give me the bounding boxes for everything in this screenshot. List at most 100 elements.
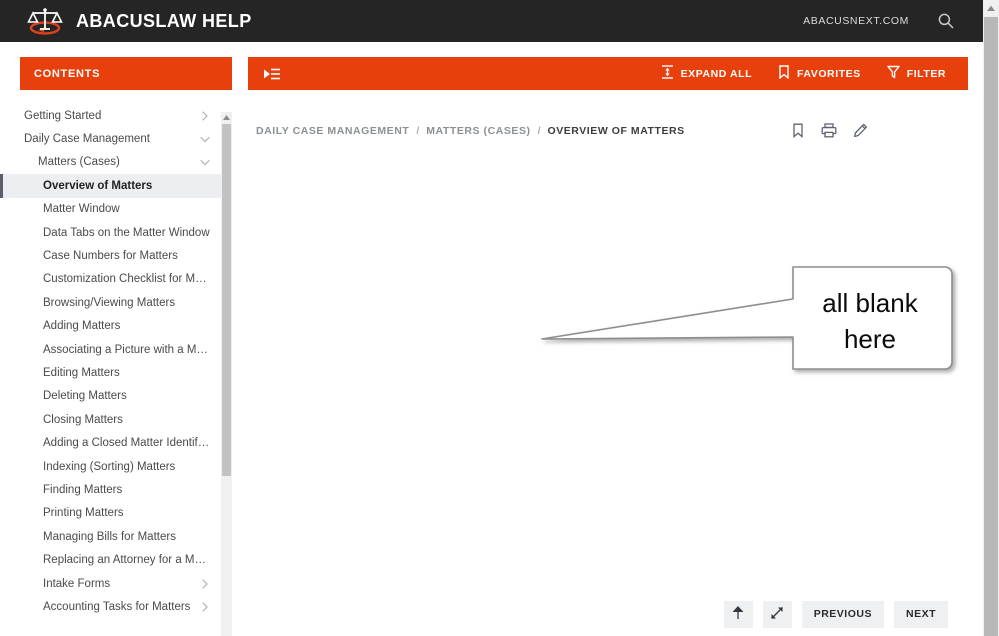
- sidebar-item-label: Indexing (Sorting) Matters: [43, 460, 176, 473]
- contents-bar[interactable]: CONTENTS: [20, 57, 232, 90]
- next-button[interactable]: NEXT: [893, 600, 948, 628]
- page-scrollbar[interactable]: [983, 0, 999, 636]
- previous-button[interactable]: PREVIOUS: [801, 600, 884, 628]
- filter-label: FILTER: [906, 67, 946, 80]
- page-scroll-up-icon[interactable]: [983, 0, 999, 16]
- scales-of-justice-logo-icon: [24, 4, 66, 38]
- breadcrumb-item[interactable]: DAILY CASE MANAGEMENT: [256, 125, 409, 137]
- expand-diagonal-icon: [770, 606, 784, 623]
- contents-label: CONTENTS: [34, 67, 101, 80]
- bookmark-page-button[interactable]: [791, 123, 805, 138]
- chevron-down-icon[interactable]: [194, 134, 210, 144]
- toolbar-actions: EXPAND ALL FAVORITES FILTER: [661, 65, 946, 82]
- expand-all-icon: [661, 65, 674, 82]
- sidebar-item-case-numbers-for-matters[interactable]: Case Numbers for Matters: [0, 244, 232, 267]
- callout-text: all blank here: [795, 286, 945, 358]
- sidebar-item-customization-checklist-for-matters[interactable]: Customization Checklist for Matters: [0, 268, 232, 291]
- sidebar-item-label: Data Tabs on the Matter Window: [43, 226, 210, 239]
- scroll-to-top-button[interactable]: [723, 600, 753, 628]
- breadcrumb-item-current: OVERVIEW OF MATTERS: [547, 124, 685, 137]
- print-page-button[interactable]: [821, 123, 837, 138]
- page-scroll-thumb[interactable]: [984, 17, 998, 636]
- chevron-right-icon[interactable]: [194, 602, 210, 612]
- sidebar-item-matters-cases[interactable]: Matters (Cases): [0, 151, 232, 174]
- sidebar-item-label: Printing Matters: [43, 507, 124, 520]
- sidebar-item-intake-forms[interactable]: Intake Forms: [0, 572, 232, 595]
- sidebar-item-overview-of-matters[interactable]: Overview of Matters: [0, 174, 232, 198]
- sidebar-item-label: Deleting Matters: [43, 390, 127, 403]
- sidebar-item-label: Associating a Picture with a Matter: [43, 343, 210, 356]
- sidebar-scrollbar[interactable]: [221, 112, 232, 636]
- sidebar-item-printing-matters[interactable]: Printing Matters: [0, 502, 232, 525]
- brand[interactable]: ABACUSLAW HELP: [24, 4, 252, 38]
- sidebar-item-label: Matters (Cases): [38, 156, 120, 169]
- sidebar-item-closing-matters[interactable]: Closing Matters: [0, 408, 232, 431]
- site-title: ABACUSLAW HELP: [76, 10, 252, 31]
- page-footer-controls: PREVIOUS NEXT: [248, 600, 968, 628]
- sidebar-scroll-up-icon[interactable]: [221, 112, 232, 123]
- sidebar-item-label: Adding a Closed Matter Identifier: [43, 437, 210, 450]
- sidebar-item-getting-started[interactable]: Getting Started: [0, 104, 232, 127]
- sidebar-item-indexing-sorting-matters[interactable]: Indexing (Sorting) Matters: [0, 455, 232, 478]
- sidebar-item-browsing-viewing-matters[interactable]: Browsing/Viewing Matters: [0, 291, 232, 314]
- collapse-sidebar-icon[interactable]: [261, 64, 283, 84]
- search-icon[interactable]: [935, 10, 957, 32]
- chevron-down-icon[interactable]: [194, 157, 210, 167]
- breadcrumb-separator: /: [537, 124, 541, 137]
- sidebar-item-editing-matters[interactable]: Editing Matters: [0, 361, 232, 384]
- sidebar-item-deleting-matters[interactable]: Deleting Matters: [0, 385, 232, 408]
- page-action-icons: [791, 123, 868, 138]
- chevron-right-icon[interactable]: [194, 578, 210, 589]
- action-toolbar: EXPAND ALL FAVORITES FILTER: [248, 57, 968, 90]
- main-content-panel: DAILY CASE MANAGEMENT / MATTERS (CASES) / OV…: [248, 104, 968, 636]
- sidebar-item-label: Getting Started: [24, 109, 102, 122]
- favorites-label: FAVORITES: [797, 67, 861, 80]
- sidebar-item-label: Intake Forms: [43, 577, 111, 590]
- sidebar-scroll-thumb[interactable]: [222, 124, 231, 476]
- edit-page-button[interactable]: [853, 123, 868, 138]
- sidebar-item-label: Accounting Tasks for Matters: [43, 600, 191, 613]
- bookmark-icon: [778, 65, 790, 82]
- expand-all-label: EXPAND ALL: [680, 67, 753, 80]
- chevron-right-icon[interactable]: [194, 111, 210, 121]
- sidebar-item-label: Case Numbers for Matters: [43, 250, 178, 263]
- arrow-up-icon: [732, 605, 744, 623]
- expand-view-button[interactable]: [762, 600, 792, 628]
- sidebar-item-adding-a-closed-matter-identifier[interactable]: Adding a Closed Matter Identifier: [0, 431, 232, 454]
- callout-line-1: all blank: [822, 288, 918, 318]
- header-right-group: ABACUSNEXT.COM: [803, 10, 957, 32]
- breadcrumb-trail: DAILY CASE MANAGEMENT / MATTERS (CASES) / OV…: [256, 125, 685, 137]
- sidebar-item-managing-bills-for-matters[interactable]: Managing Bills for Matters: [0, 525, 232, 548]
- sidebar-item-label: Matter Window: [43, 203, 120, 216]
- sidebar-item-label: Finding Matters: [43, 483, 123, 496]
- sidebar-navigation: Getting Started Daily Case Management Matt…: [0, 104, 232, 636]
- sidebar-item-label: Managing Bills for Matters: [43, 530, 176, 543]
- sidebar-item-accounting-tasks-for-matters[interactable]: Accounting Tasks for Matters: [0, 595, 232, 618]
- sidebar-item-label: Replacing an Attorney for a Matter: [43, 554, 210, 567]
- sidebar-item-finding-matters[interactable]: Finding Matters: [0, 478, 232, 501]
- site-header: ABACUSLAW HELP ABACUSNEXT.COM: [0, 0, 983, 42]
- sidebar-item-label: Adding Matters: [43, 320, 121, 333]
- abacusnext-link[interactable]: ABACUSNEXT.COM: [803, 15, 909, 27]
- sidebar-item-replacing-an-attorney-for-a-matter[interactable]: Replacing an Attorney for a Matter: [0, 548, 232, 571]
- sidebar-item-label: Customization Checklist for Matters: [43, 273, 210, 286]
- breadcrumb-item[interactable]: MATTERS (CASES): [426, 125, 530, 137]
- sidebar-item-label: Closing Matters: [43, 413, 123, 426]
- funnel-icon: [887, 65, 900, 82]
- sidebar-item-associating-a-picture-with-a-matter[interactable]: Associating a Picture with a Matter: [0, 338, 232, 361]
- sidebar-item-daily-case-management[interactable]: Daily Case Management: [0, 127, 232, 150]
- sidebar-item-label: Overview of Matters: [43, 179, 153, 192]
- sidebar-item-data-tabs-on-the-matter-window[interactable]: Data Tabs on the Matter Window: [0, 221, 232, 244]
- callout-line-2: here: [843, 323, 897, 354]
- sidebar-item-label: Editing Matters: [43, 366, 120, 379]
- sidebar-item-matter-window[interactable]: Matter Window: [0, 198, 232, 221]
- expand-all-button[interactable]: EXPAND ALL: [661, 65, 752, 82]
- annotation-callout: all blank here: [540, 259, 960, 384]
- breadcrumb-separator: /: [416, 124, 420, 137]
- sidebar-item-label: Daily Case Management: [24, 133, 150, 146]
- favorites-button[interactable]: FAVORITES: [778, 65, 861, 82]
- help-portal-page: ABACUSLAW HELP ABACUSNEXT.COM CONTENTS E…: [0, 0, 999, 636]
- filter-button[interactable]: FILTER: [887, 65, 946, 82]
- sidebar-item-adding-matters[interactable]: Adding Matters: [0, 315, 232, 338]
- sidebar-item-list: Getting Started Daily Case Management Matt…: [0, 104, 232, 619]
